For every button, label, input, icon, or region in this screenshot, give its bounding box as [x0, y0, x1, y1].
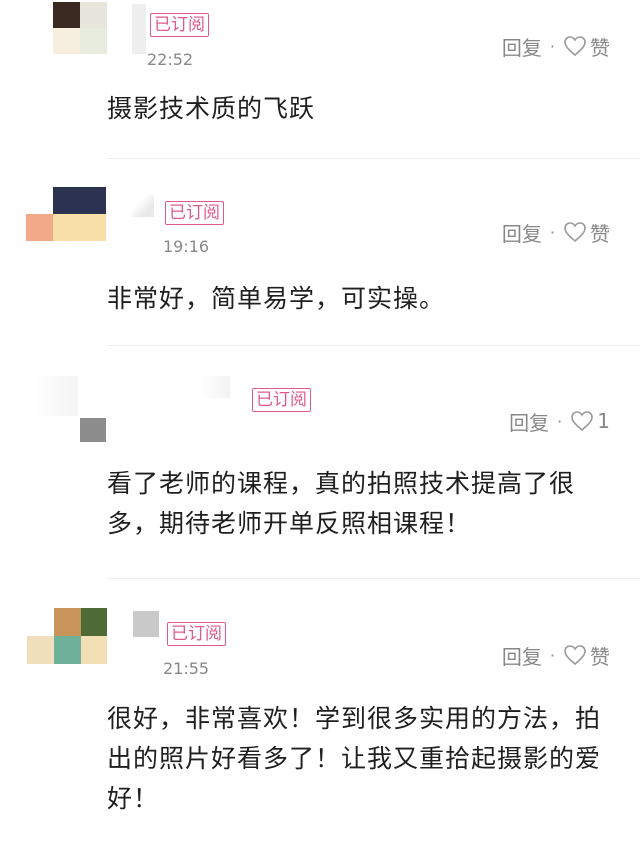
comment-actions: 回复 · 赞	[502, 640, 610, 670]
username-blurred[interactable]	[200, 376, 230, 398]
like-label: 赞	[590, 221, 610, 246]
comment-text: 摄影技术质的飞跃	[107, 94, 316, 123]
comment-item: 已订阅 回复 · 1 看了老师的课程，真的拍照技术提高了很多，期待老师开单反照相…	[0, 346, 640, 578]
reply-button[interactable]: 回复	[502, 32, 542, 61]
subscribed-badge: 已订阅	[167, 622, 226, 646]
comment-text: 看了老师的课程，真的拍照技术提高了很多，期待老师开单反照相课程！	[107, 469, 576, 538]
subscribed-badge: 已订阅	[252, 388, 311, 412]
like-button[interactable]: 赞	[563, 218, 610, 247]
username-blurred[interactable]	[132, 4, 146, 54]
comment-text: 很好，非常喜欢！学到很多实用的方法，拍出的照片好看多了！让我又重拾起摄影的爱好！	[107, 704, 602, 813]
avatar[interactable]	[30, 366, 106, 442]
separator-dot: ·	[549, 36, 555, 56]
reply-button[interactable]: 回复	[502, 641, 542, 670]
subscribed-badge: 已订阅	[165, 201, 224, 225]
comment-time: 19:16	[163, 237, 210, 256]
like-label: 赞	[590, 644, 610, 669]
like-count: 1	[597, 409, 610, 433]
heart-outline-icon	[564, 222, 586, 243]
avatar[interactable]	[27, 608, 107, 664]
comment-text: 非常好，简单易学，可实操。	[107, 284, 446, 313]
separator-dot: ·	[557, 411, 563, 431]
comment-time: 22:52	[147, 50, 194, 69]
comment-actions: 回复 · 赞	[502, 31, 610, 61]
heart-outline-icon	[571, 411, 594, 432]
username-blurred[interactable]	[133, 611, 159, 637]
like-button[interactable]: 1	[570, 409, 610, 433]
like-button[interactable]: 赞	[563, 641, 610, 670]
comment-item: 已订阅 19:16 回复 · 赞 非常好，简单易学，可实操。	[0, 159, 640, 345]
reply-button[interactable]: 回复	[502, 218, 542, 247]
separator-dot: ·	[549, 645, 555, 665]
separator-dot: ·	[549, 222, 555, 242]
subscribed-badge: 已订阅	[150, 13, 209, 37]
avatar[interactable]	[53, 2, 107, 54]
reply-button[interactable]: 回复	[509, 407, 549, 436]
avatar[interactable]	[26, 187, 106, 241]
username-blurred[interactable]	[132, 195, 154, 217]
comment-item: 已订阅 21:55 回复 · 赞 很好，非常喜欢！学到很多实用的方法，拍出的照片…	[0, 579, 640, 848]
like-label: 赞	[590, 35, 610, 60]
comment-time: 21:55	[163, 659, 210, 678]
comment-actions: 回复 · 赞	[502, 217, 610, 247]
comment-actions: 回复 · 1	[509, 406, 610, 436]
like-button[interactable]: 赞	[563, 32, 610, 61]
comment-item: 已订阅 22:52 回复 · 赞 摄影技术质的飞跃	[0, 0, 640, 158]
heart-outline-icon	[564, 36, 586, 57]
heart-outline-icon	[564, 645, 586, 666]
